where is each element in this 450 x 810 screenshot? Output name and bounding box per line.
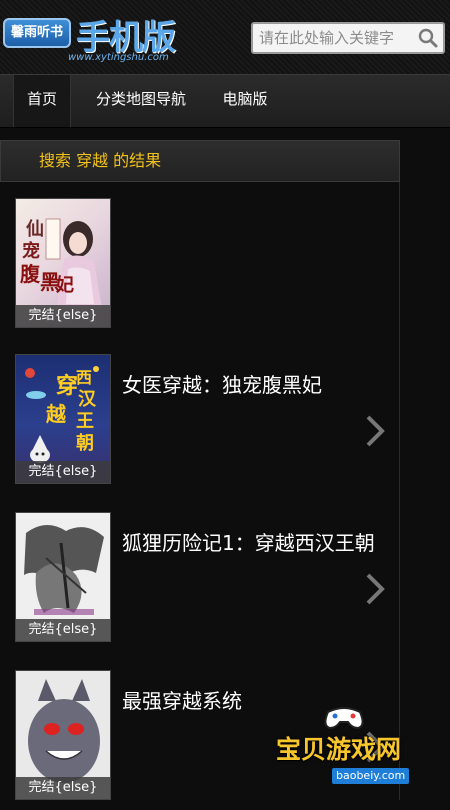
nav-desktop-version[interactable]: 电脑版 <box>212 75 278 127</box>
book-cover[interactable]: 完结{else} <box>15 670 111 800</box>
nav-category-map[interactable]: 分类地图导航 <box>88 75 194 127</box>
book-item[interactable]: 完结{else} 狐狸历险记1：穿越西汉王朝 <box>0 512 400 652</box>
svg-text:西: 西 <box>76 368 92 387</box>
book-item[interactable]: 穿 西 汉 越 王 朝 完结{else} 女医穿越：独宠腹黑妃 <box>0 354 400 494</box>
svg-text:汉: 汉 <box>78 389 97 410</box>
svg-text:王: 王 <box>76 411 94 432</box>
watermark: 宝贝游戏网 baobeiy.com <box>268 698 450 800</box>
book-status: 完结{else} <box>16 777 110 799</box>
watermark-url: baobeiy.com <box>332 768 410 784</box>
book-item[interactable]: 仙 宠 腹 黑 妃 完结{else} <box>0 198 400 338</box>
svg-text:妃: 妃 <box>56 274 74 296</box>
svg-text:穿: 穿 <box>56 373 78 399</box>
book-cover[interactable]: 完结{else} <box>15 512 111 642</box>
app-header: 馨雨听书 手机版 www.xytingshu.com <box>0 0 450 74</box>
svg-text:腹: 腹 <box>20 262 41 286</box>
results-heading: 搜索 穿越 的结果 <box>0 140 400 182</box>
svg-text:越: 越 <box>45 402 67 426</box>
chevron-right-icon[interactable] <box>362 414 388 448</box>
svg-text:仙: 仙 <box>26 218 44 240</box>
search-input[interactable] <box>253 24 413 52</box>
search-button[interactable] <box>417 27 439 49</box>
book-status: 完结{else} <box>16 305 110 327</box>
book-cover[interactable]: 穿 西 汉 越 王 朝 完结{else} <box>15 354 111 484</box>
gamepad-icon <box>324 707 364 730</box>
search-box <box>251 22 445 54</box>
logo-badge[interactable]: 馨雨听书 <box>3 18 71 48</box>
nav-home[interactable]: 首页 <box>13 75 71 127</box>
watermark-text: 宝贝游戏网 <box>276 735 402 764</box>
logo-url: www.xytingshu.com <box>68 52 169 63</box>
search-icon <box>418 28 438 48</box>
svg-text:宠: 宠 <box>22 240 40 262</box>
book-status: 完结{else} <box>16 619 110 641</box>
book-status: 完结{else} <box>16 461 110 483</box>
svg-text:朝: 朝 <box>76 432 94 454</box>
book-title[interactable]: 女医穿越：独宠腹黑妃 <box>122 368 387 403</box>
book-title[interactable]: 狐狸历险记1：穿越西汉王朝 <box>122 526 387 561</box>
main-nav: 首页 分类地图导航 电脑版 <box>0 74 450 128</box>
book-cover[interactable]: 仙 宠 腹 黑 妃 完结{else} <box>15 198 111 328</box>
chevron-right-icon[interactable] <box>362 572 388 606</box>
